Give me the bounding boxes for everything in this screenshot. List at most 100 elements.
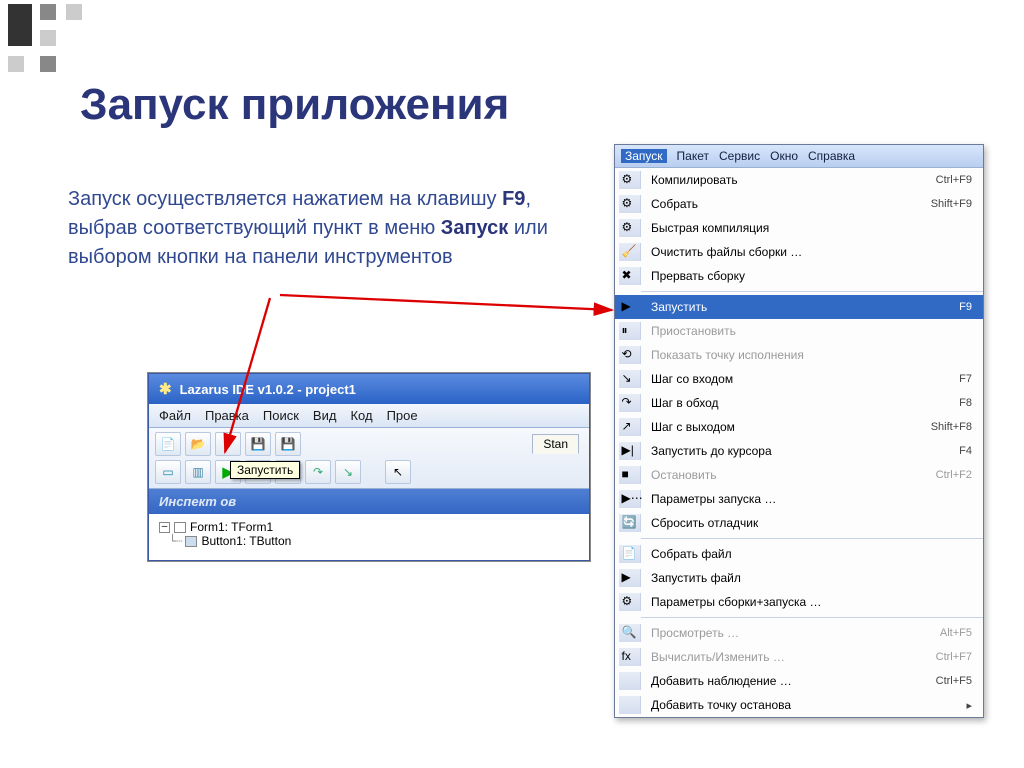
menu-item[interactable]: ⚙ Компилировать Ctrl+F9 <box>615 168 983 192</box>
object-tree[interactable]: ‒ Form1: TForm1 └┈ Button1: TButton <box>149 514 589 560</box>
menu-item-label: Показать точку исполнения <box>647 348 966 362</box>
tb-newunit-icon[interactable]: 📄 <box>155 432 181 456</box>
run-menu-list[interactable]: ⚙ Компилировать Ctrl+F9 ⚙СобратьShift+F9⚙Бы… <box>615 168 983 717</box>
lazarus-titlebar[interactable]: ✱ Lazarus IDE v1.0.2 - project1 <box>149 374 589 404</box>
menu-item-label: Шаг со входом <box>647 372 953 386</box>
tb-toggle-icon[interactable]: ▥ <box>185 460 211 484</box>
menu-item-shortcut: ▸ <box>966 699 975 712</box>
menu-file[interactable]: Файл <box>159 408 191 423</box>
menu-item[interactable]: 🧹Очистить файлы сборки … <box>615 240 983 264</box>
menu-item[interactable]: ✖Прервать сборку <box>615 264 983 288</box>
menu-item-label: Шаг с выходом <box>647 420 925 434</box>
menu-separator <box>641 538 983 539</box>
menu-item-label: Собрать файл <box>647 547 966 561</box>
menu-item[interactable]: ▶|Запустить до курсораF4 <box>615 439 983 463</box>
menu-item-icon <box>619 696 641 714</box>
menu-item-label: Компилировать <box>647 173 930 187</box>
menu-item: ⟲Показать точку исполнения <box>615 343 983 367</box>
menu-item-label: Сбросить отладчик <box>647 516 966 530</box>
menu-item[interactable]: ⚙Быстрая компиляция <box>615 216 983 240</box>
menu-item-shortcut: Shift+F9 <box>931 198 975 210</box>
slide-title: Запуск приложения <box>80 80 509 130</box>
menu-separator <box>641 291 983 292</box>
menutop-запуск[interactable]: Запуск <box>621 149 667 163</box>
menu-project[interactable]: Прое <box>387 408 418 423</box>
menu-item-icon <box>619 672 641 690</box>
menu-item[interactable]: ↷Шаг в обходF8 <box>615 391 983 415</box>
menu-item-label: Остановить <box>647 468 930 482</box>
menu-item-icon: ⏸ <box>619 322 641 340</box>
tb-open-icon[interactable]: 📂 <box>185 432 211 456</box>
menu-item-icon: ↷ <box>619 394 641 412</box>
tb-stepover-icon[interactable]: ↷ <box>305 460 331 484</box>
menu-item[interactable]: ▶ЗапуститьF9 <box>615 295 983 319</box>
menu-item[interactable]: ↗Шаг с выходомShift+F8 <box>615 415 983 439</box>
menu-item[interactable]: 🔄 Сбросить отладчик <box>615 511 983 535</box>
menu-item-icon: ■ <box>619 466 641 484</box>
menu-item-icon: ↘ <box>619 370 641 388</box>
palette-tab-standard[interactable]: Stan <box>532 434 579 454</box>
button-icon <box>185 536 197 547</box>
menutop-окно[interactable]: Окно <box>770 149 798 163</box>
menu-item-shortcut: Ctrl+F7 <box>936 651 975 663</box>
run-tooltip: Запустить <box>230 461 300 479</box>
menu-item-label: Приостановить <box>647 324 966 338</box>
menu-item-icon: 🔄 <box>619 514 641 532</box>
tree-button-node[interactable]: └┈ Button1: TButton <box>159 534 579 548</box>
menu-view[interactable]: Вид <box>313 408 337 423</box>
menu-item-label: Добавить наблюдение … <box>647 674 930 688</box>
tree-form-label: Form1: TForm1 <box>190 520 273 534</box>
menu-edit[interactable]: Правка <box>205 408 249 423</box>
palette-cursor-icon[interactable]: ↖ <box>385 460 411 484</box>
menu-item[interactable]: ↘ Шаг со входом F7 <box>615 367 983 391</box>
menu-item[interactable]: ⚙СобратьShift+F9 <box>615 192 983 216</box>
tb-save-icon[interactable]: 💾 <box>245 432 271 456</box>
tree-form-node[interactable]: ‒ Form1: TForm1 <box>159 520 579 534</box>
run-menu-panel: Запуск Пакет Сервис Окно Справка ⚙ Компилиров… <box>614 144 984 718</box>
app-icon: ✱ <box>159 380 172 398</box>
tb-stepin-icon[interactable]: ↘ <box>335 460 361 484</box>
body-menu-word: Запуск <box>441 217 509 239</box>
menu-item-icon: 🔍 <box>619 624 641 642</box>
menu-item-icon: ▶ <box>619 298 641 316</box>
menu-item[interactable]: Добавить наблюдение … Ctrl+F5 <box>615 669 983 693</box>
lazarus-window: ✱ Lazarus IDE v1.0.2 - project1 Файл Пра… <box>148 373 590 561</box>
slide-decoration <box>8 4 88 78</box>
menu-item-shortcut: Ctrl+F9 <box>936 174 975 186</box>
tb-newform-icon[interactable]: ▭ <box>155 460 181 484</box>
menu-item-shortcut: Shift+F8 <box>931 421 975 433</box>
menu-item[interactable]: ▶Запустить файл <box>615 566 983 590</box>
run-menubar[interactable]: Запуск Пакет Сервис Окно Справка <box>615 145 983 168</box>
menu-item-icon: ⚙ <box>619 219 641 237</box>
tree-button-label: Button1: TButton <box>201 534 291 548</box>
slide-body: Запуск осуществляется нажатием на клавиш… <box>68 185 568 272</box>
tb-saveall-icon[interactable]: 💾 <box>275 432 301 456</box>
menu-item-label: Добавить точку останова <box>647 698 960 712</box>
lazarus-title-text: Lazarus IDE v1.0.2 - project1 <box>180 382 356 397</box>
menu-item-shortcut: Alt+F5 <box>940 627 975 639</box>
menu-code[interactable]: Код <box>350 408 372 423</box>
tree-collapse-icon[interactable]: ‒ <box>159 522 170 533</box>
menu-item[interactable]: Добавить точку останова ▸ <box>615 693 983 717</box>
menu-search[interactable]: Поиск <box>263 408 299 423</box>
menu-item-shortcut: F4 <box>959 445 975 457</box>
menutop-сервис[interactable]: Сервис <box>719 149 760 163</box>
lazarus-menubar[interactable]: Файл Правка Поиск Вид Код Прое <box>149 404 589 428</box>
menutop-справка[interactable]: Справка <box>808 149 855 163</box>
menu-item: ■ОстановитьCtrl+F2 <box>615 463 983 487</box>
menu-item-icon: ▶ <box>619 569 641 587</box>
body-pre: Запуск осуществляется нажатием на клавиш… <box>68 188 502 210</box>
menu-item-shortcut: F7 <box>959 373 975 385</box>
menu-separator <box>641 617 983 618</box>
tb-dropdown-icon[interactable]: ▾ <box>215 432 241 456</box>
menu-item[interactable]: ▶⋯Параметры запуска … <box>615 487 983 511</box>
menu-item-icon: fx <box>619 648 641 666</box>
menu-item-label: Параметры сборки+запуска … <box>647 595 966 609</box>
menu-item-shortcut: Ctrl+F5 <box>936 675 975 687</box>
menutop-пакет[interactable]: Пакет <box>677 149 709 163</box>
menu-item[interactable]: ⚙Параметры сборки+запуска … <box>615 590 983 614</box>
menu-item[interactable]: 📄Собрать файл <box>615 542 983 566</box>
menu-item-label: Запустить до курсора <box>647 444 953 458</box>
menu-item-icon: ⚙ <box>619 171 641 189</box>
menu-item-icon: 🧹 <box>619 243 641 261</box>
